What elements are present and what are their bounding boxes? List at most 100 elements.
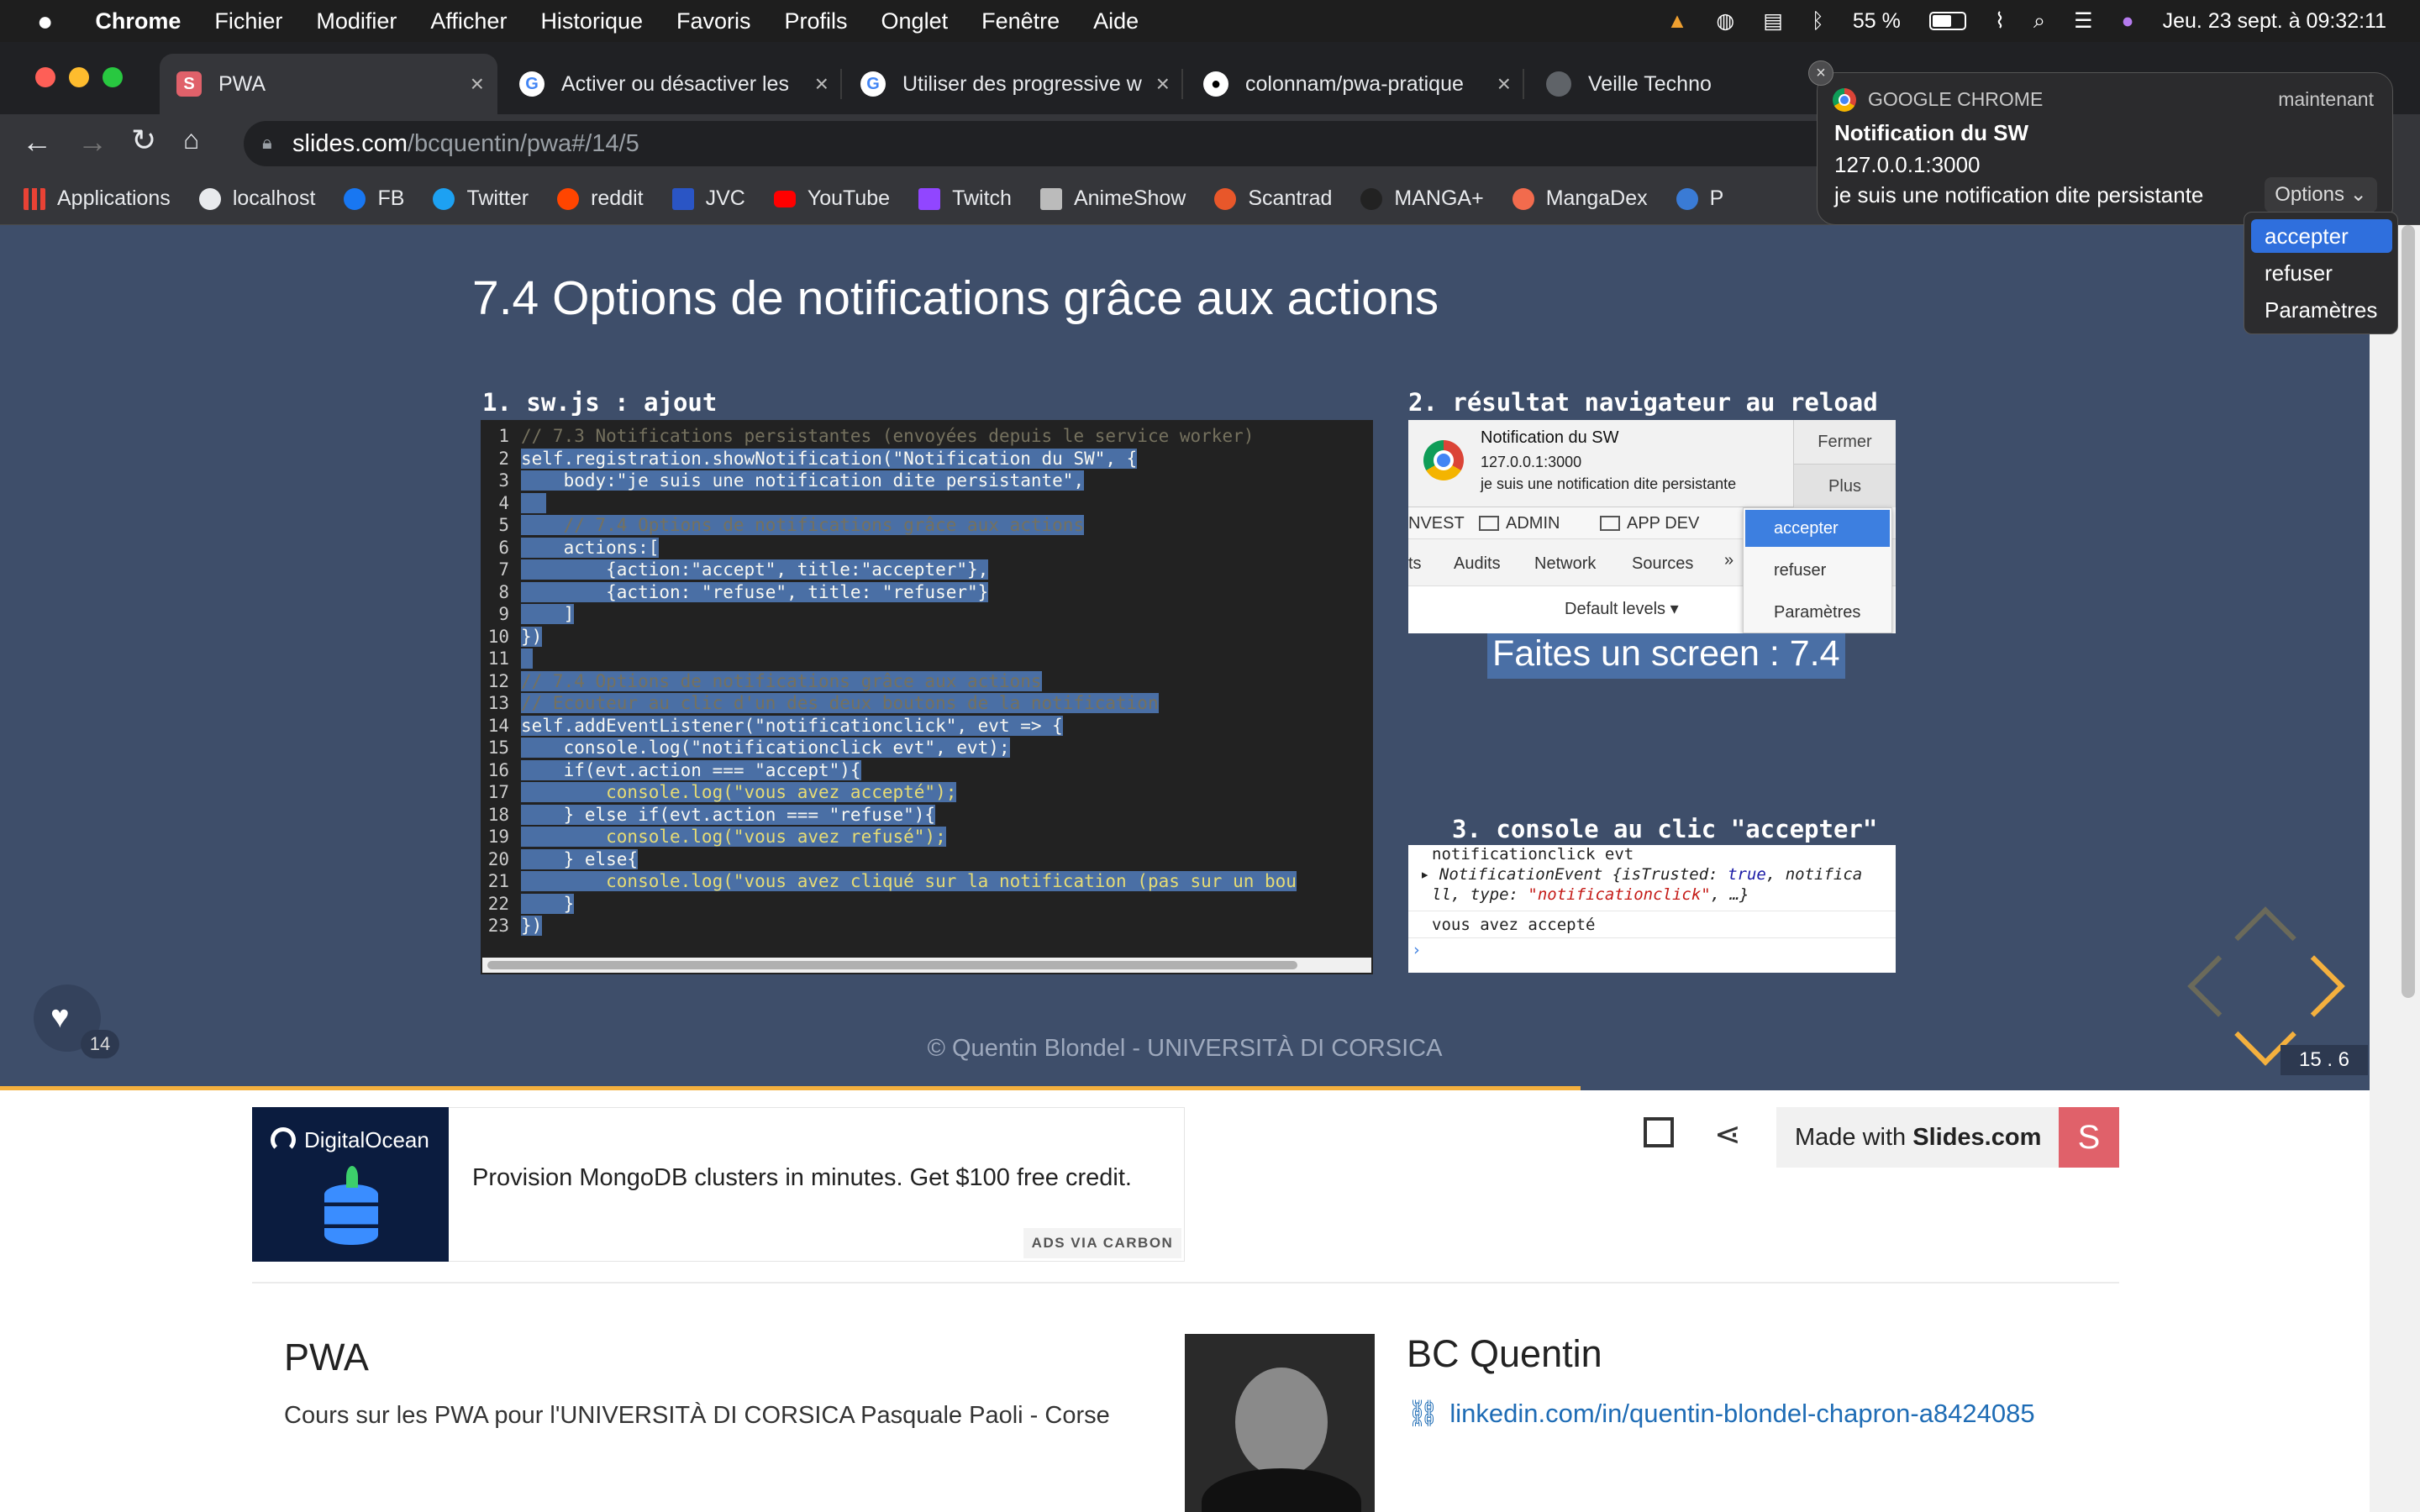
made-with-slides[interactable]: Made with Slides.com S [1776, 1107, 2119, 1168]
globe-icon[interactable]: ◍ [1716, 8, 1734, 34]
menu-favoris[interactable]: Favoris [676, 8, 751, 34]
menu-item-parametres[interactable]: Paramètres [2251, 293, 2392, 327]
menu-aide[interactable]: Aide [1093, 8, 1139, 34]
notification-close-icon[interactable]: × [1808, 60, 1833, 86]
bookmark-localhost[interactable]: localhost [198, 186, 315, 211]
window-zoom-button[interactable] [103, 67, 123, 87]
tab-utiliser[interactable]: G Utiliser des progressive w × [844, 54, 1183, 114]
bookmark-fb[interactable]: FB [344, 186, 404, 211]
page-scrollbar-thumb[interactable] [2402, 225, 2415, 998]
github-favicon: ● [1203, 71, 1228, 97]
notification-time: maintenant [2278, 88, 2374, 110]
window-close-button[interactable] [35, 67, 55, 87]
bookmark-scantrad[interactable]: Scantrad [1214, 186, 1332, 211]
tab-pwa[interactable]: S PWA × [160, 54, 497, 114]
author-avatar[interactable] [1185, 1334, 1375, 1512]
code-line: 15 console.log("notificationclick evt", … [487, 738, 1010, 758]
home-icon[interactable]: ⌂ [183, 124, 199, 155]
tab-title: Veille Techno [1588, 71, 1712, 96]
author-name[interactable]: BC Quentin [1407, 1332, 1602, 1376]
forward-icon[interactable]: → [77, 124, 108, 160]
code-line: 2 self.registration.showNotification("Not… [498, 448, 1138, 469]
bluetooth-icon[interactable]: ᛒ [1812, 9, 1824, 34]
facebook-icon [344, 187, 366, 210]
menu-item-accepter[interactable]: accepter [2251, 219, 2392, 253]
ad-image[interactable]: DigitalOcean [252, 1107, 449, 1262]
keyboard-icon[interactable]: ▤ [1763, 8, 1783, 34]
code-line: 6 actions:[ [498, 537, 660, 558]
caption-code: 1. sw.js : ajout [482, 388, 718, 417]
notification-app: GOOGLE CHROME [1868, 88, 2044, 110]
ad-text[interactable]: Provision MongoDB clusters in minutes. G… [472, 1164, 1132, 1192]
menu-profils[interactable]: Profils [785, 8, 848, 34]
code-line: 23}) [487, 916, 543, 936]
jvc-icon [671, 187, 694, 210]
spotlight-icon[interactable]: ⌕ [2033, 9, 2045, 34]
slide-footer: © Quentin Blondel - UNIVERSITÀ DI CORSIC… [927, 1035, 1443, 1062]
back-icon[interactable]: ← [22, 124, 52, 160]
mini-menu-refuse: refuser [1774, 561, 1827, 580]
leaf-icon [346, 1166, 358, 1188]
tab-close-icon[interactable]: × [1156, 71, 1170, 97]
lock-icon[interactable]: 🔒︎ [262, 132, 272, 154]
bookmark-reddit[interactable]: reddit [557, 186, 644, 211]
menu-fenetre[interactable]: Fenêtre [981, 8, 1060, 34]
reddit-icon [557, 187, 580, 210]
tab-activer[interactable]: G Activer ou désactiver les × [502, 54, 842, 114]
chrome-app-icon [1833, 88, 1856, 112]
author-link[interactable]: ⛓︎ linkedin.com/in/quentin-blondel-chapro… [1407, 1398, 2035, 1429]
bookmark-jvc[interactable]: JVC [671, 186, 745, 211]
control-center-icon[interactable]: ☰ [2074, 8, 2092, 34]
share-icon[interactable]: ⋖ [1714, 1116, 1741, 1153]
mangaplus-icon [1360, 187, 1383, 210]
digitalocean-logo-icon [271, 1127, 296, 1152]
console-line: vous avez accepté [1432, 916, 1596, 934]
siri-icon[interactable]: ● [2121, 9, 2133, 34]
menu-bar: ● Chrome Fichier Modifier Afficher Histo… [0, 0, 2420, 42]
menubar-clock[interactable]: Jeu. 23 sept. à 09:32:11 [2163, 9, 2386, 34]
code-panel: 1// 7.3 Notifications persistantes (envo… [481, 420, 1373, 974]
bookmark-mangadex[interactable]: MangaDex [1512, 186, 1648, 211]
window-minimize-button[interactable] [69, 67, 89, 87]
slide-number: 15 . 6 [2281, 1045, 2368, 1075]
menu-onglet[interactable]: Onglet [881, 8, 949, 34]
mini-close-button: Fermer [1793, 420, 1896, 464]
code-line: 19 console.log("vous avez refusé"); [487, 827, 946, 847]
animeshow-icon [1039, 187, 1062, 210]
fullscreen-icon[interactable] [1644, 1117, 1674, 1147]
bookmark-twitter[interactable]: Twitter [433, 186, 529, 211]
bookmark-twitch[interactable]: Twitch [918, 186, 1012, 211]
bookmark-youtube[interactable]: YouTube [773, 186, 890, 211]
notification-body: je suis une notification dite persistant… [1834, 182, 2204, 207]
code-line: 16 if(evt.action === "accept"){ [487, 759, 861, 780]
vlc-icon[interactable]: ▲ [1667, 9, 1688, 34]
bookmark-mangaplus[interactable]: MANGA+ [1360, 186, 1484, 211]
ads-via-carbon[interactable]: ADS VIA CARBON [1023, 1228, 1181, 1258]
tab-close-icon[interactable]: × [1497, 71, 1511, 97]
reload-icon[interactable]: ↻ [131, 123, 156, 158]
bookmark-applications[interactable]: Applications [24, 186, 171, 211]
notification-options-button[interactable]: Options ⌄ [2265, 177, 2377, 213]
battery-icon[interactable] [1928, 12, 1966, 30]
mini-notification-origin: 127.0.0.1:3000 [1481, 454, 1582, 470]
globe-icon [198, 187, 221, 210]
menu-item-refuser[interactable]: refuser [2251, 256, 2392, 290]
tab-close-icon[interactable]: × [471, 71, 484, 97]
bookmark-animeshow[interactable]: AnimeShow [1039, 186, 1186, 211]
menu-app-name[interactable]: Chrome [95, 8, 181, 34]
wifi-off-icon[interactable]: ⌇ [1995, 8, 2005, 34]
menu-historique[interactable]: Historique [540, 8, 643, 34]
menu-modifier[interactable]: Modifier [316, 8, 397, 34]
tab-title: PWA [218, 71, 266, 96]
menu-fichier[interactable]: Fichier [214, 8, 282, 34]
apple-icon[interactable]: ● [37, 6, 53, 37]
menu-afficher[interactable]: Afficher [430, 8, 507, 34]
tab-github[interactable]: ● colonnam/pwa-pratique × [1185, 54, 1524, 114]
address-bar[interactable]: 🔒︎ slides.com/bcquentin/pwa#/14/5 [244, 121, 1840, 166]
tab-close-icon[interactable]: × [815, 71, 829, 97]
slides-logo-icon: S [2059, 1107, 2119, 1168]
bookmark-p[interactable]: P [1676, 186, 1723, 211]
tab-veille[interactable]: Veille Techno [1526, 54, 1778, 114]
code-scrollbar-thumb[interactable] [487, 961, 1297, 969]
chrome-notification[interactable]: GOOGLE CHROME maintenant Notification du… [1817, 72, 2393, 225]
